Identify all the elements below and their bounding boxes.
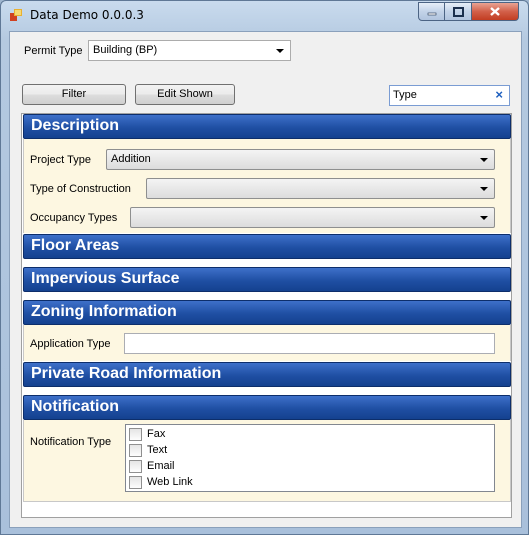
minimize-icon xyxy=(427,12,436,15)
section-header-notification[interactable]: Notification xyxy=(23,395,511,420)
permit-type-label: Permit Type xyxy=(24,45,83,57)
close-button[interactable] xyxy=(472,2,519,21)
app-icon xyxy=(10,9,22,21)
form-client: Permit Type Building (BP) Filter Edit Sh… xyxy=(9,31,522,528)
section-header-impervious-surface[interactable]: Impervious Surface xyxy=(23,267,511,292)
section-header-floor-areas[interactable]: Floor Areas xyxy=(23,234,511,259)
notification-option-label: Email xyxy=(147,460,175,472)
clear-search-icon[interactable]: × xyxy=(495,87,503,102)
checkbox[interactable] xyxy=(129,443,142,457)
project-type-label: Project Type xyxy=(30,154,91,166)
section-header-zoning-information[interactable]: Zoning Information xyxy=(23,300,511,325)
checkbox[interactable] xyxy=(129,475,142,489)
section-body-zoning: Application Type xyxy=(23,325,511,361)
chevron-down-icon xyxy=(480,158,488,162)
search-value: Type xyxy=(393,89,417,101)
app-window: Data Demo 0.0.0.3 Permit Type Building (… xyxy=(0,0,529,535)
title-bar[interactable]: Data Demo 0.0.0.3 xyxy=(1,1,528,29)
notification-option-label: Text xyxy=(147,444,168,456)
application-type-field[interactable] xyxy=(124,333,495,354)
section-body-notification: Notification Type Fax Text Email Web Lin… xyxy=(23,420,511,502)
project-type-value: Addition xyxy=(111,153,151,165)
notification-option-email[interactable]: Email xyxy=(129,458,175,474)
notification-type-label: Notification Type xyxy=(30,436,112,448)
chevron-down-icon xyxy=(276,49,284,53)
section-header-private-road-information[interactable]: Private Road Information xyxy=(23,362,511,387)
minimize-button[interactable] xyxy=(418,2,445,21)
permit-type-select[interactable]: Building (BP) xyxy=(88,40,291,61)
window-title: Data Demo 0.0.0.3 xyxy=(30,8,144,22)
notification-option-web-link[interactable]: Web Link xyxy=(129,474,193,490)
chevron-down-icon xyxy=(480,187,488,191)
chevron-down-icon xyxy=(480,216,488,220)
sections-panel: Description Project Type Addition Type o… xyxy=(21,113,512,518)
checkbox[interactable] xyxy=(129,427,142,441)
section-body-description: Project Type Addition Type of Constructi… xyxy=(23,139,511,233)
notification-type-checklist[interactable]: Fax Text Email Web Link xyxy=(125,424,495,492)
close-icon xyxy=(490,7,500,16)
project-type-select[interactable]: Addition xyxy=(106,149,495,170)
maximize-icon xyxy=(452,6,464,17)
occupancy-types-select[interactable] xyxy=(130,207,495,228)
section-header-description[interactable]: Description xyxy=(23,114,511,139)
edit-shown-button[interactable]: Edit Shown xyxy=(135,84,235,105)
occupancy-types-label: Occupancy Types xyxy=(30,212,118,224)
search-input[interactable]: Type × xyxy=(389,85,510,106)
notification-option-label: Fax xyxy=(147,428,166,440)
construction-type-select[interactable] xyxy=(146,178,495,199)
construction-type-label: Type of Construction xyxy=(30,183,131,195)
maximize-button[interactable] xyxy=(445,2,472,21)
notification-option-label: Web Link xyxy=(147,476,193,488)
notification-option-text[interactable]: Text xyxy=(129,442,167,458)
permit-type-value: Building (BP) xyxy=(93,44,158,56)
application-type-label: Application Type xyxy=(30,338,111,350)
checkbox[interactable] xyxy=(129,459,142,473)
notification-option-fax[interactable]: Fax xyxy=(129,426,165,442)
filter-button[interactable]: Filter xyxy=(22,84,126,105)
